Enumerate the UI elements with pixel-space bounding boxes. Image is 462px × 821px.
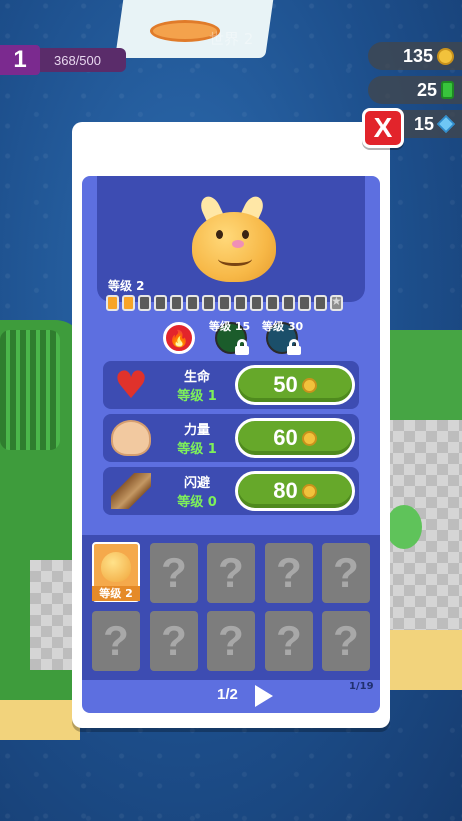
pet-slot-locked[interactable]: ? [207, 543, 255, 603]
next-page-arrow-icon[interactable] [255, 685, 273, 707]
upgrade-cost: 60 [273, 425, 298, 450]
pet-slot-locked[interactable]: ? [265, 543, 313, 603]
coin-counter: 135 [368, 42, 462, 70]
progress-segment [314, 295, 327, 311]
eye-left [216, 230, 223, 239]
eye-right [242, 230, 249, 239]
diamond-count: 15 [413, 113, 434, 134]
coin-icon [301, 483, 317, 499]
stat-name: 生命 [183, 370, 210, 385]
pet-level-progress [106, 294, 343, 311]
green-gem-icon [441, 81, 454, 99]
stat-level: 等级 1 [177, 442, 217, 457]
pet-slot-locked[interactable]: ? [92, 611, 140, 671]
pet-thumbnail [101, 552, 131, 582]
world-label: 世界 2 [209, 30, 254, 48]
progress-segment [250, 295, 263, 311]
pet-slot-locked[interactable]: ? [207, 611, 255, 671]
lock-icon [287, 339, 301, 355]
stat-row-strength: 力量 等级 1 60 [103, 414, 359, 462]
sand-left [0, 700, 80, 740]
stat-row-dodge: 闪避 等级 0 80 [103, 467, 359, 515]
muscle-arm-icon [111, 420, 151, 456]
progress-segment [122, 295, 135, 311]
skill-unlock-level: 等级 15 [209, 320, 251, 333]
progress-segment [266, 295, 279, 311]
progress-segment [186, 295, 199, 311]
blush [232, 240, 244, 248]
gem-counter: 25 [368, 76, 462, 104]
progress-segment [170, 295, 183, 311]
coin-count: 135 [402, 45, 433, 66]
pet-slot-owned[interactable]: 等级 2 [92, 542, 140, 602]
progress-segment [298, 295, 311, 311]
stat-level: 等级 0 [177, 495, 217, 510]
progress-segment [282, 295, 295, 311]
progress-segment [202, 295, 215, 311]
gem-count: 25 [416, 79, 437, 100]
player-level: 1 [0, 45, 40, 75]
bush [386, 505, 422, 549]
upgrade-cost: 80 [273, 478, 298, 503]
pet-slot-locked[interactable]: ? [322, 611, 370, 671]
stat-level: 等级 1 [177, 389, 217, 404]
upgrade-strength-button[interactable]: 60 [235, 418, 355, 458]
progress-segment [106, 295, 119, 311]
diamond-icon [436, 114, 456, 134]
pet-slot-locked[interactable]: ? [150, 543, 198, 603]
feather-icon [111, 473, 151, 509]
mouth [218, 252, 252, 266]
sand-right [382, 630, 462, 690]
upgrade-cost: 50 [273, 372, 298, 397]
heart-icon: ♥ [113, 363, 149, 407]
collection-count: 1/19 [349, 681, 374, 692]
coin-icon [301, 430, 317, 446]
pet-level-label: 等级 2 [108, 279, 145, 293]
player-level-bar: 1 368/500 [0, 45, 126, 75]
skill-unlock-level: 等级 30 [262, 320, 304, 333]
upgrade-health-button[interactable]: 50 [235, 365, 355, 405]
stat-name: 力量 [183, 423, 210, 438]
xp-counter: 368/500 [40, 48, 126, 72]
coin-icon [437, 47, 454, 65]
pet-slot-locked[interactable]: ? [150, 611, 198, 671]
progress-segment [138, 295, 151, 311]
pet-slot-level: 等级 2 [92, 586, 140, 601]
progress-segment [154, 295, 167, 311]
progress-segment [218, 295, 231, 311]
stat-name: 闪避 [183, 476, 210, 491]
pet-slot-locked[interactable]: ? [322, 543, 370, 603]
pet-slot-locked[interactable]: ? [265, 611, 313, 671]
close-button[interactable]: X [362, 108, 404, 148]
upgrade-dodge-button[interactable]: 80 [235, 471, 355, 511]
stat-row-health: ♥ 生命 等级 1 50 [103, 361, 359, 409]
pet-creature-image [186, 193, 282, 282]
page-indicator: 1/2 [217, 686, 238, 703]
fire-skill-icon[interactable]: 🔥 [163, 322, 195, 354]
coin-icon [301, 377, 317, 393]
progress-segment [234, 295, 247, 311]
lock-icon [235, 339, 249, 355]
progress-star-segment [330, 294, 343, 311]
